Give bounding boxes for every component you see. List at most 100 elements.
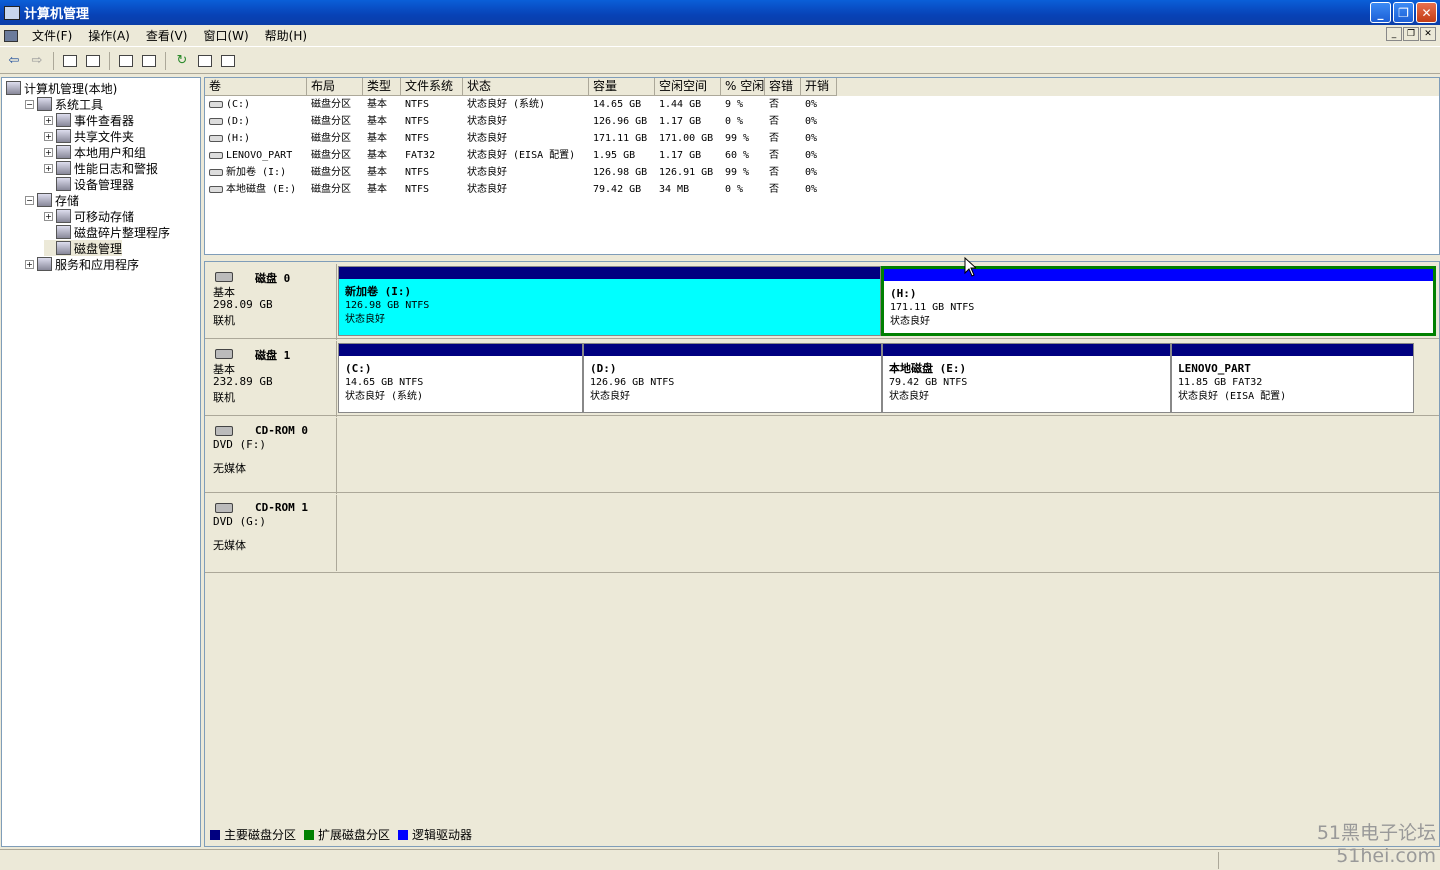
close-button[interactable]: ✕ — [1416, 2, 1437, 23]
volume-row[interactable]: (H:) 磁盘分区 基本 NTFS 状态良好 171.11 GB 171.00 GB 99 %… — [205, 130, 837, 147]
tree-node[interactable]: 计算机管理(本地) — [6, 80, 117, 96]
column-header[interactable]: 容量 — [589, 78, 655, 96]
partition-block[interactable]: 新加卷 (I:) 126.98 GB NTFS 状态良好 — [338, 266, 881, 336]
forward-icon[interactable]: ⇨ — [27, 51, 47, 71]
expand-icon[interactable]: + — [44, 163, 53, 173]
volume-cell: 171.11 GB — [593, 133, 648, 144]
volume-row[interactable]: (C:) 磁盘分区 基本 NTFS 状态良好 (系统) 14.65 GB 1.44 GB 9 … — [205, 96, 837, 113]
tree-node[interactable]: + 服务和应用程序 — [25, 256, 139, 272]
volume-cell: 9 % — [725, 99, 744, 110]
legend-logical: 逻辑驱动器 — [412, 828, 473, 842]
partition-block[interactable]: (D:) 126.96 GB NTFS 状态良好 — [583, 343, 882, 413]
volume-cell: 79.42 GB — [593, 184, 642, 195]
watermark-line1: 51黑电子论坛 — [1316, 822, 1436, 844]
volume-cell: 126.96 GB — [593, 116, 648, 127]
expand-icon[interactable]: + — [44, 131, 53, 141]
expand-icon[interactable]: + — [25, 259, 34, 269]
tree-node[interactable]: 磁盘管理 — [44, 240, 123, 256]
hard-disk-icon — [215, 349, 233, 359]
refresh-icon[interactable]: ↻ — [172, 51, 192, 71]
volume-cell: 状态良好 (系统) — [467, 99, 546, 110]
tree-node[interactable]: + 共享文件夹 — [44, 128, 134, 144]
disk-status: 无媒体 — [213, 462, 246, 475]
tree-node[interactable]: + 本地用户和组 — [44, 144, 146, 160]
tree-node-icon — [37, 257, 52, 271]
tree-node-label: 计算机管理(本地) — [24, 81, 118, 96]
volume-row[interactable]: LENOVO_PART 磁盘分区 基本 FAT32 状态良好 (EISA 配置) 1.95… — [205, 147, 837, 164]
disk-graphical-view: 磁盘 0 基本 298.09 GB 联机 新加卷 (I:) 126.98 GB NTFS 状… — [204, 261, 1440, 847]
tree-node-icon — [56, 161, 71, 175]
column-header[interactable]: 容错 — [765, 78, 801, 96]
volume-cell: NTFS — [405, 167, 430, 178]
tree-node[interactable]: 磁盘碎片整理程序 — [44, 224, 170, 240]
back-icon[interactable]: ⇦ — [4, 51, 24, 71]
partition-block[interactable]: 本地磁盘 (E:) 79.42 GB NTFS 状态良好 — [882, 343, 1171, 413]
column-header[interactable]: 文件系统 — [401, 78, 463, 96]
volume-row[interactable]: (D:) 磁盘分区 基本 NTFS 状态良好 126.96 GB 1.17 GB 0 % 否 0% — [205, 113, 837, 130]
partition-block[interactable]: LENOVO_PART 11.85 GB FAT32 状态良好 (EISA 配置) — [1171, 343, 1414, 413]
disk-label[interactable]: 磁盘 0 基本 298.09 GB 联机 — [205, 264, 337, 340]
tree-node[interactable]: + 事件查看器 — [44, 112, 134, 128]
mdi-minimize-button[interactable]: _ — [1386, 27, 1402, 41]
volume-cell: 99 % — [725, 167, 750, 178]
partition-info: 新加卷 (I:) 126.98 GB NTFS 状态良好 — [345, 285, 429, 327]
up-level-icon[interactable] — [60, 51, 80, 71]
volume-row[interactable]: 本地磁盘 (E:) 磁盘分区 基本 NTFS 状态良好 79.42 GB 34 MB 0 % 否… — [205, 181, 837, 198]
partition-color-bar — [339, 344, 582, 356]
volume-icon — [209, 134, 223, 142]
volume-cell: NTFS — [405, 116, 430, 127]
volume-cell: NTFS — [405, 133, 430, 144]
collapse-icon[interactable]: − — [25, 99, 34, 109]
disk-label[interactable]: 磁盘 1 基本 232.89 GB 联机 — [205, 341, 337, 417]
expand-icon[interactable]: + — [44, 115, 53, 125]
tree-node[interactable]: + 可移动存储 — [44, 208, 134, 224]
show-hide-tree-icon[interactable] — [83, 51, 103, 71]
settings-icon[interactable] — [218, 51, 238, 71]
mmc-document-icon[interactable] — [4, 29, 18, 42]
expand-icon[interactable]: + — [44, 211, 53, 221]
volume-cell: 磁盘分区 — [311, 167, 351, 178]
disk-status: 联机 — [213, 314, 235, 327]
disk-label[interactable]: CD-ROM 1 DVD (G:) 无媒体 — [205, 495, 337, 571]
minimize-button[interactable]: _ — [1370, 2, 1391, 23]
help-icon[interactable] — [139, 51, 159, 71]
export-list-icon[interactable] — [195, 51, 215, 71]
menu-file[interactable]: 文件(F) — [24, 27, 80, 44]
volume-row[interactable]: 新加卷 (I:) 磁盘分区 基本 NTFS 状态良好 126.98 GB 126.91 GB… — [205, 164, 837, 181]
menu-view[interactable]: 查看(V) — [138, 27, 196, 44]
volume-cell: 磁盘分区 — [311, 184, 351, 195]
volume-icon — [209, 117, 223, 125]
disk-label[interactable]: CD-ROM 0 DVD (F:) 无媒体 — [205, 418, 337, 494]
column-header[interactable]: % 空闲 — [721, 78, 765, 96]
menu-action[interactable]: 操作(A) — [80, 27, 138, 44]
volume-cell: 否 — [769, 150, 779, 161]
properties-icon[interactable] — [116, 51, 136, 71]
menu-window[interactable]: 窗口(W) — [195, 27, 256, 44]
column-header[interactable]: 空闲空间 — [655, 78, 721, 96]
mdi-close-button[interactable]: ✕ — [1420, 27, 1436, 41]
partition-detail: 126.96 GB NTFS — [590, 377, 675, 388]
column-header[interactable]: 开销 — [801, 78, 837, 96]
column-header[interactable]: 状态 — [463, 78, 589, 96]
volume-cell: 状态良好 — [467, 116, 507, 127]
disk-name: 磁盘 1 — [255, 349, 291, 362]
collapse-icon[interactable]: − — [25, 195, 34, 205]
mdi-restore-button[interactable]: ❐ — [1403, 27, 1419, 41]
tree-node[interactable]: − 存储 — [25, 192, 79, 208]
disk-size: 298.09 GB — [213, 298, 273, 311]
tree-node[interactable]: 设备管理器 — [44, 176, 134, 192]
restore-button[interactable]: ❐ — [1393, 2, 1414, 23]
tree-node[interactable]: + 性能日志和警报 — [44, 160, 158, 176]
menu-help[interactable]: 帮助(H) — [257, 27, 315, 44]
column-header[interactable]: 类型 — [363, 78, 401, 96]
tree-node-icon — [56, 177, 71, 191]
volume-cell: FAT32 — [405, 150, 436, 161]
volume-cell: 0% — [805, 167, 818, 178]
volume-cell: 0 % — [725, 116, 744, 127]
column-header[interactable]: 布局 — [307, 78, 363, 96]
partition-block[interactable]: (C:) 14.65 GB NTFS 状态良好 (系统) — [338, 343, 583, 413]
tree-node[interactable]: − 系统工具 — [25, 96, 103, 112]
column-header[interactable]: 卷 — [205, 78, 307, 96]
expand-icon[interactable]: + — [44, 147, 53, 157]
partition-info: LENOVO_PART 11.85 GB FAT32 状态良好 (EISA 配置) — [1178, 362, 1286, 404]
